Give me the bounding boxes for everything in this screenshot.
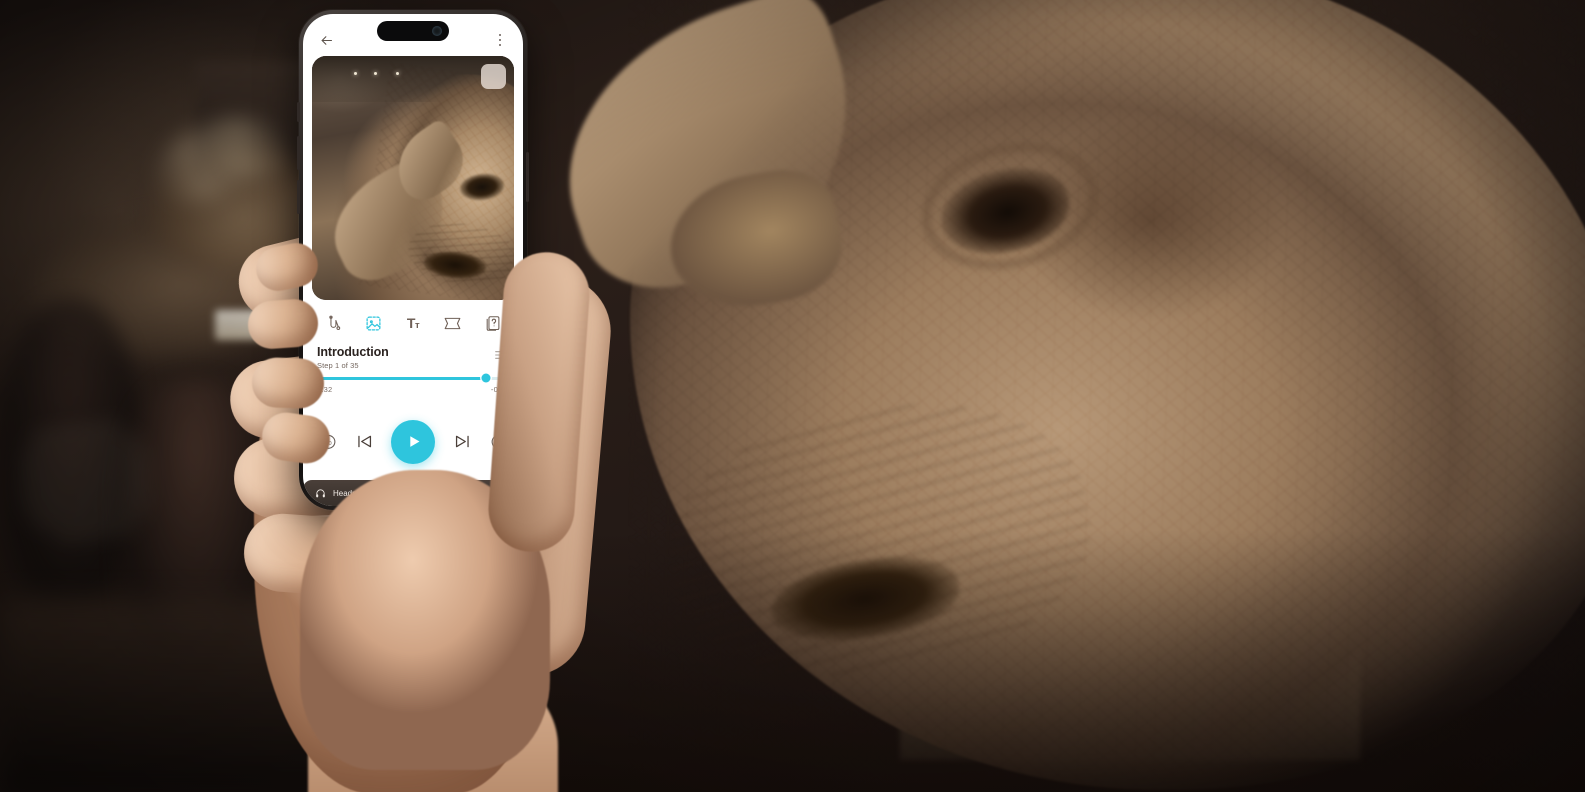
volume-down-button[interactable] xyxy=(297,180,300,214)
headphones-icon xyxy=(316,488,325,497)
progress-knob[interactable] xyxy=(481,373,491,383)
previous-track-icon xyxy=(357,436,371,448)
route-icon xyxy=(328,315,340,330)
track-title: Introduction xyxy=(317,345,389,359)
play-icon xyxy=(409,436,420,448)
track-subtitle: Step 1 of 35 xyxy=(317,360,359,370)
progress-fill xyxy=(317,376,486,380)
tool-ticket[interactable] xyxy=(440,311,466,335)
progress-track[interactable] xyxy=(317,373,509,383)
more-options-button[interactable] xyxy=(489,29,511,51)
previous-track-button[interactable] xyxy=(354,432,374,452)
track-text-block: Introduction Step 1 of 35 xyxy=(317,345,389,370)
tool-route[interactable] xyxy=(321,311,347,335)
scan-image-icon xyxy=(366,315,381,331)
rhinoceros-exhibit xyxy=(470,0,1585,792)
track-header: Introduction Step 1 of 35 xyxy=(303,343,523,370)
striped-shirt-blur xyxy=(20,420,150,540)
tool-bar: Tт xyxy=(303,300,523,343)
ticket-icon xyxy=(444,317,461,329)
text-size-icon: Tт xyxy=(406,314,420,331)
dynamic-island xyxy=(377,21,449,41)
tool-scan-image[interactable] xyxy=(361,311,387,335)
phone-screen: Tт Introduction Step 1 of 35 4:32 xyxy=(303,14,523,506)
finger-ring-foreground xyxy=(251,356,325,410)
scene: Tт Introduction Step 1 of 35 4:32 xyxy=(0,0,1585,792)
next-track-icon xyxy=(455,436,469,448)
time-row: 4:32 -0:32 xyxy=(317,385,509,394)
exhibit-image[interactable] xyxy=(312,56,514,300)
media-container xyxy=(303,56,523,300)
mute-switch[interactable] xyxy=(297,102,300,122)
kebab-menu-icon xyxy=(498,33,502,47)
volume-up-button[interactable] xyxy=(297,136,300,170)
play-button[interactable] xyxy=(391,419,435,464)
tool-text-size[interactable]: Tт xyxy=(400,311,426,335)
help-icon xyxy=(486,315,499,331)
progress-section: 4:32 -0:32 xyxy=(303,370,523,394)
front-camera-icon xyxy=(432,26,442,36)
rhino-shadow xyxy=(470,530,1585,792)
expand-diagonal-icon xyxy=(487,70,500,83)
transport-controls: 10 xyxy=(303,394,523,480)
back-button[interactable] xyxy=(315,29,337,51)
next-track-button[interactable] xyxy=(452,432,472,452)
back-arrow-icon xyxy=(321,35,332,45)
power-button[interactable] xyxy=(526,152,529,202)
expand-image-button[interactable] xyxy=(481,64,506,89)
